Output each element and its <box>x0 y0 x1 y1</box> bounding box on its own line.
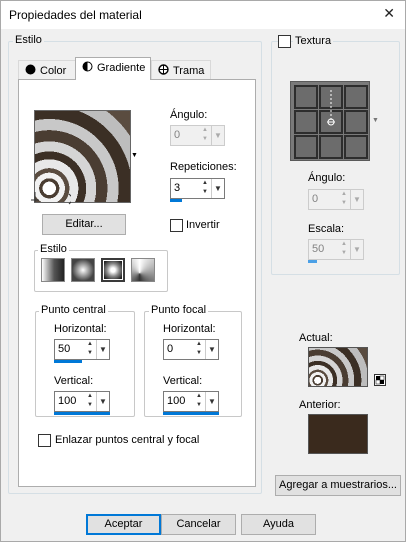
tab-pattern-label: Trama <box>173 65 205 77</box>
gradient-preview[interactable] <box>31 110 131 205</box>
invert-label: Invertir <box>186 219 220 231</box>
texture-angle-stepper: ▲ ▼ <box>341 191 347 206</box>
center-vertical-slider-bar[interactable] <box>54 412 110 415</box>
texture-label: Textura <box>293 35 334 47</box>
center-vertical-dropdown[interactable]: ▼ <box>96 392 109 411</box>
focal-horizontal-value[interactable]: 0 <box>167 343 191 355</box>
filled-circle-icon <box>25 64 36 75</box>
invert-checkbox[interactable] <box>170 219 183 232</box>
focal-vertical-spinner[interactable]: 100 ▲ ▼ ▼ <box>163 391 219 415</box>
texture-checkbox[interactable] <box>278 35 291 48</box>
swap-colors-button[interactable] <box>374 374 386 386</box>
focal-horizontal-dropdown[interactable]: ▼ <box>205 340 218 359</box>
focal-vertical-stepper[interactable]: ▲ ▼ <box>194 392 204 411</box>
rectangular-style-button[interactable] <box>71 258 95 282</box>
center-horizontal-spinner[interactable]: 50 ▲ ▼ ▼ <box>54 339 110 363</box>
close-icon[interactable]: ✕ <box>383 5 395 22</box>
texture-angle-spinner: 0 ▲ ▼ ▼ <box>308 189 364 210</box>
sunburst-style-button[interactable] <box>131 258 155 282</box>
current-label: Actual: <box>299 332 333 344</box>
center-horizontal-dropdown[interactable]: ▼ <box>96 340 109 359</box>
gradient-panel: ▼ Ángulo: 0 ▲ ▼ ▼ Repeticiones: 3 ▲ ▼ ▼ Ed… <box>18 79 256 487</box>
angle-value: 0 <box>174 129 181 141</box>
repeats-slider-bar[interactable] <box>170 199 182 202</box>
add-to-swatches-button[interactable]: Agregar a muestrarios... <box>275 475 401 496</box>
repeats-value[interactable]: 3 <box>174 182 198 194</box>
texture-angle-label: Ángulo: <box>308 172 346 184</box>
focal-horizontal-stepper[interactable]: ▲ ▼ <box>194 340 204 359</box>
texture-angle-dropdown: ▼ <box>350 190 363 209</box>
angle-dropdown: ▼ <box>211 126 224 145</box>
center-horizontal-label: Horizontal: <box>54 323 107 335</box>
center-point-label: Punto central <box>39 304 108 316</box>
center-vertical-stepper[interactable]: ▲ ▼ <box>85 392 95 411</box>
material-properties-dialog: Propiedades del material ✕ Estilo Color … <box>0 0 406 542</box>
previous-material-preview[interactable] <box>308 414 368 454</box>
chevron-down-icon: ▼ <box>131 152 138 159</box>
texture-preview[interactable] <box>290 81 370 161</box>
window-title: Propiedades del material <box>9 8 142 22</box>
texture-dropdown-button[interactable]: ▼ <box>370 81 381 161</box>
ok-button[interactable]: Aceptar <box>86 514 161 535</box>
repeats-spinner[interactable]: 3 ▲ ▼ ▼ <box>170 178 225 202</box>
title-bar: Propiedades del material ✕ <box>1 1 405 29</box>
repeats-dropdown[interactable]: ▼ <box>211 179 224 198</box>
current-material-preview[interactable] <box>308 347 368 387</box>
link-points-label: Enlazar puntos central y focal <box>55 434 200 446</box>
tab-gradient-label: Gradiente <box>97 62 146 74</box>
link-points-checkbox[interactable] <box>38 434 51 447</box>
style-group-label: Estilo <box>13 34 44 46</box>
radial-style-button[interactable] <box>101 258 125 282</box>
swatch-toggle-icon <box>375 375 385 385</box>
angle-stepper: ▲ ▼ <box>202 127 208 142</box>
style-tabs: Color Gradiente Trama <box>18 57 258 80</box>
gradient-dropdown-button[interactable]: ▼ <box>130 110 140 203</box>
angle-label: Ángulo: <box>170 109 208 121</box>
center-horizontal-value[interactable]: 50 <box>58 343 82 355</box>
cancel-button[interactable]: Cancelar <box>161 514 236 535</box>
focal-vertical-label: Vertical: <box>163 375 203 387</box>
linear-style-button[interactable] <box>41 258 65 282</box>
repeats-stepper[interactable]: ▲ ▼ <box>200 179 210 198</box>
focal-vertical-value[interactable]: 100 <box>167 395 191 407</box>
center-vertical-spinner[interactable]: 100 ▲ ▼ ▼ <box>54 391 110 415</box>
center-horizontal-stepper[interactable]: ▲ ▼ <box>85 340 95 359</box>
tab-pattern[interactable]: Trama <box>151 60 211 80</box>
tab-color-label: Color <box>40 65 67 77</box>
texture-scale-spinner: 50 ▲ ▼ ▼ <box>308 239 364 263</box>
center-vertical-label: Vertical: <box>54 375 94 387</box>
center-vertical-value[interactable]: 100 <box>58 395 82 407</box>
texture-scale-dropdown: ▼ <box>350 240 363 259</box>
globe-icon <box>158 64 169 75</box>
tab-gradient[interactable]: Gradiente <box>75 57 151 80</box>
texture-scale-label: Escala: <box>308 223 345 235</box>
gradient-style-label: Estilo <box>38 243 69 255</box>
previous-label: Anterior: <box>299 399 341 411</box>
half-circle-icon <box>82 61 93 72</box>
texture-scale-value: 50 <box>312 243 325 255</box>
help-button[interactable]: Ayuda <box>241 514 316 535</box>
focal-vertical-dropdown[interactable]: ▼ <box>205 392 218 411</box>
edit-gradient-button[interactable]: Editar... <box>42 214 126 235</box>
tab-color[interactable]: Color <box>18 60 76 80</box>
center-horizontal-slider-bar[interactable] <box>54 360 82 363</box>
texture-scale-stepper: ▲ ▼ <box>341 241 347 256</box>
texture-grid-graphic <box>294 85 368 159</box>
angle-spinner: 0 ▲ ▼ ▼ <box>170 125 225 146</box>
focal-point-marker[interactable] <box>31 188 71 210</box>
focal-point-label: Punto focal <box>149 304 209 316</box>
chevron-down-icon: ▼ <box>372 117 379 124</box>
focal-horizontal-spinner[interactable]: 0 ▲ ▼ ▼ <box>163 339 219 360</box>
texture-scale-slider-bar <box>308 260 317 263</box>
repeats-label: Repeticiones: <box>170 161 237 173</box>
focal-vertical-slider-bar[interactable] <box>163 412 219 415</box>
focal-horizontal-label: Horizontal: <box>163 323 216 335</box>
texture-angle-value: 0 <box>312 193 319 205</box>
